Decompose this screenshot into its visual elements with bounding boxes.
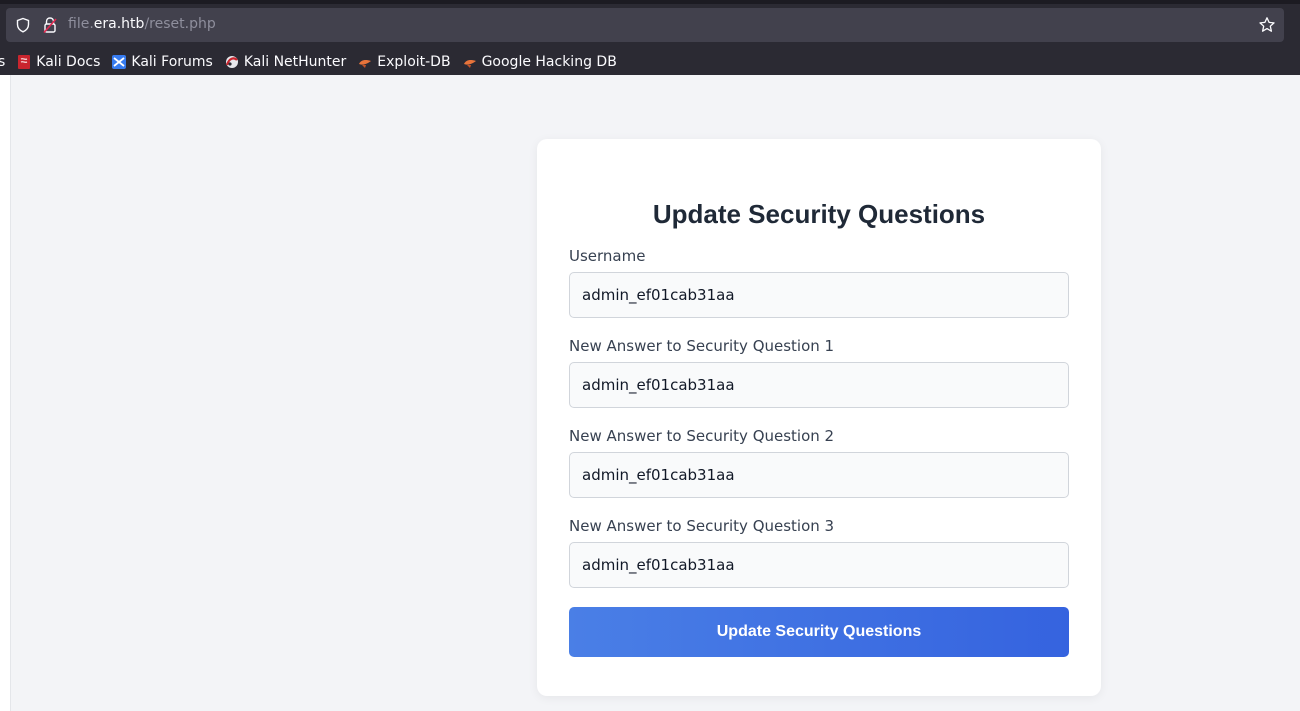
update-security-questions-button[interactable]: Update Security Questions <box>569 607 1069 657</box>
bookmark-cut-off[interactable]: s <box>0 54 5 70</box>
google-hacking-db-icon <box>463 60 476 68</box>
bookmark-kali-docs[interactable]: Kali Docs <box>17 54 100 70</box>
insecure-lock-icon[interactable] <box>42 16 58 34</box>
bookmark-label: Exploit-DB <box>377 54 451 70</box>
url-bar[interactable]: file.era.htb/reset.php <box>6 8 1284 42</box>
kali-docs-icon <box>18 55 31 69</box>
bookmark-exploit-db[interactable]: Exploit-DB <box>358 54 451 70</box>
kali-nethunter-icon <box>225 56 238 68</box>
kali-forums-icon <box>112 55 127 69</box>
bookmark-kali-forums[interactable]: Kali Forums <box>112 54 213 70</box>
page-content: Update Security Questions Username New A… <box>0 75 1300 711</box>
answer-2-label: New Answer to Security Question 2 <box>569 427 835 445</box>
bookmark-kali-nethunter[interactable]: Kali NetHunter <box>225 54 346 70</box>
bookmark-label: Kali NetHunter <box>243 54 347 70</box>
left-edge-panel <box>0 75 11 711</box>
username-input[interactable] <box>569 272 1069 318</box>
username-label: Username <box>569 247 646 265</box>
tracking-protection-shield-icon[interactable] <box>15 17 31 33</box>
security-questions-card: Update Security Questions Username New A… <box>537 139 1101 696</box>
bookmark-star-icon[interactable] <box>1258 16 1276 34</box>
browser-chrome: file.era.htb/reset.php s Kali Docs Kali … <box>0 0 1300 75</box>
bookmark-label: Kali Docs <box>36 54 101 70</box>
answer-3-input[interactable] <box>569 542 1069 588</box>
url-text[interactable]: file.era.htb/reset.php <box>68 16 216 32</box>
url-path: /reset.php <box>144 16 216 32</box>
answer-1-label: New Answer to Security Question 1 <box>569 337 835 355</box>
bookmark-label: Kali Forums <box>131 54 213 70</box>
answer-1-input[interactable] <box>569 362 1069 408</box>
bookmarks-toolbar: s Kali Docs Kali Forums Kali NetHunter E… <box>0 48 1300 76</box>
url-prefix: file. <box>68 16 94 32</box>
exploit-db-icon <box>359 60 372 68</box>
bookmark-label: Google Hacking DB <box>481 54 617 70</box>
answer-2-input[interactable] <box>569 452 1069 498</box>
bookmark-google-hacking-db[interactable]: Google Hacking DB <box>463 54 617 70</box>
url-host: era.htb <box>93 16 145 32</box>
page-title: Update Security Questions <box>652 199 986 229</box>
answer-3-label: New Answer to Security Question 3 <box>569 517 835 535</box>
